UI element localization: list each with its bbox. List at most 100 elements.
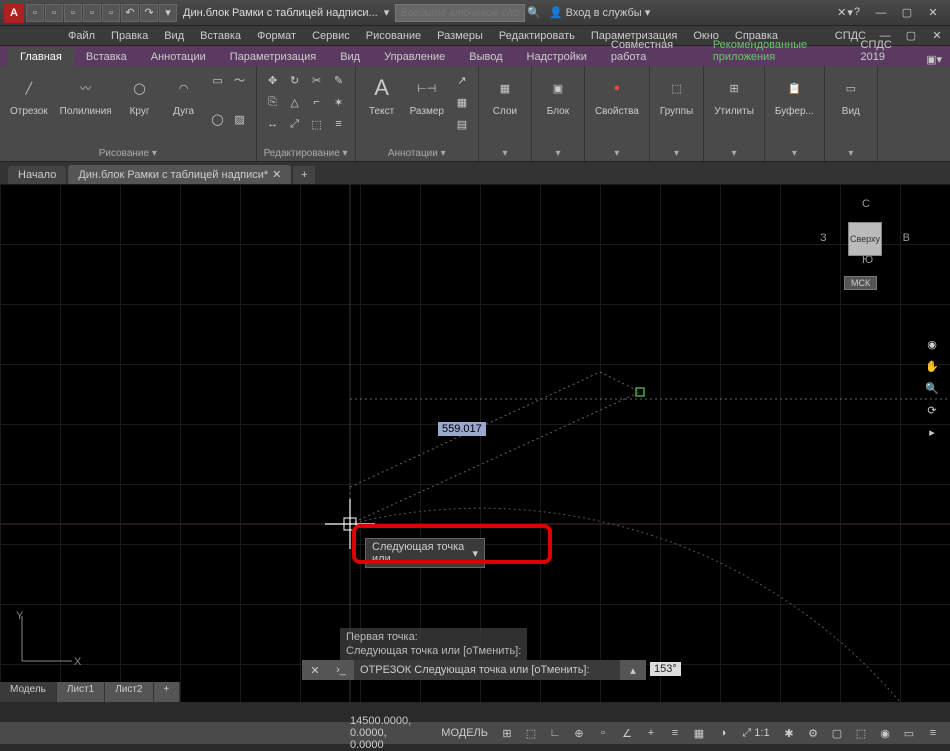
tool-spline-icon[interactable]: 〜 bbox=[230, 70, 250, 90]
cmdline-expand-icon[interactable]: ▴ bbox=[620, 660, 646, 680]
command-input[interactable] bbox=[354, 660, 620, 680]
ribbon-tab-addins[interactable]: Надстройки bbox=[515, 48, 599, 66]
tool-explode-icon[interactable]: ✶ bbox=[329, 92, 349, 112]
tool-leader-icon[interactable]: ↗ bbox=[452, 70, 472, 90]
status-customize-icon[interactable]: ≡ bbox=[922, 724, 944, 742]
menu-view[interactable]: Вид bbox=[156, 28, 192, 44]
tool-ellipse-icon[interactable]: ◯ bbox=[208, 109, 228, 129]
tool-rotate-icon[interactable]: ↻ bbox=[285, 70, 305, 90]
panel-draw-title[interactable]: Рисование ▾ bbox=[6, 146, 250, 161]
dropdown-icon[interactable]: ▾ bbox=[472, 547, 478, 560]
drawing-viewport[interactable]: 559.017 Следующая точка или ▾ Первая точ… bbox=[0, 184, 950, 702]
ribbon-collapse-button[interactable]: ▣▾ bbox=[918, 53, 950, 66]
nav-orbit-icon[interactable]: ⟳ bbox=[922, 400, 942, 420]
tool-copy-icon[interactable]: ⎘ bbox=[263, 92, 283, 112]
qat-saveas-icon[interactable]: ▫ bbox=[83, 4, 101, 22]
menu-tools[interactable]: Сервис bbox=[304, 28, 358, 44]
nav-pan-icon[interactable]: ✋ bbox=[922, 356, 942, 376]
layout-tab-sheet1[interactable]: Лист1 bbox=[57, 682, 105, 702]
tool-mirror-icon[interactable]: △ bbox=[285, 92, 305, 112]
menu-insert[interactable]: Вставка bbox=[192, 28, 249, 44]
tool-dimension[interactable]: ⊢⊣Размер bbox=[406, 70, 448, 146]
doc-tab-file[interactable]: Дин.блок Рамки с таблицей надписи*✕ bbox=[68, 165, 291, 184]
signin-button[interactable]: 👤 Вход в службы ▾ bbox=[549, 6, 650, 19]
qat-undo-icon[interactable]: ↶ bbox=[121, 4, 139, 22]
tool-view[interactable]: ▭Вид bbox=[831, 70, 871, 146]
tool-offset-icon[interactable]: ≡ bbox=[329, 114, 349, 134]
tool-move-icon[interactable]: ✥ bbox=[263, 70, 283, 90]
status-ortho-icon[interactable]: ∟ bbox=[544, 724, 566, 742]
ribbon-tab-insert[interactable]: Вставка bbox=[74, 48, 139, 66]
dynamic-length-input[interactable]: 559.017 bbox=[438, 422, 486, 436]
stayconnected-icon[interactable]: ▾ bbox=[847, 6, 853, 19]
status-annoscale-icon[interactable]: ⤢ 1:1 bbox=[736, 724, 776, 742]
help-icon[interactable]: ? bbox=[854, 6, 860, 19]
status-dyn-icon[interactable]: + bbox=[640, 724, 662, 742]
tool-layers[interactable]: ▦Слои bbox=[485, 70, 525, 146]
tool-circle[interactable]: ◯Круг bbox=[120, 70, 160, 146]
qat-new-icon[interactable]: ▫ bbox=[26, 4, 44, 22]
tool-array-icon[interactable]: ⬚ bbox=[307, 114, 327, 134]
title-dropdown-icon[interactable]: ▾ bbox=[384, 6, 390, 19]
menu-draw[interactable]: Рисование bbox=[358, 28, 429, 44]
dynamic-prompt-tooltip[interactable]: Следующая точка или ▾ bbox=[365, 538, 485, 568]
status-transparency-icon[interactable]: ▦ bbox=[688, 724, 710, 742]
menu-file[interactable]: Файл bbox=[60, 28, 103, 44]
add-tab-button[interactable]: + bbox=[293, 166, 315, 184]
close-tab-icon[interactable]: ✕ bbox=[272, 168, 281, 181]
status-isolate-icon[interactable]: ◉ bbox=[874, 724, 896, 742]
tool-util[interactable]: ⊞Утилиты bbox=[710, 70, 758, 146]
qat-redo-icon[interactable]: ↷ bbox=[140, 4, 158, 22]
nav-zoom-icon[interactable]: 🔍 bbox=[922, 378, 942, 398]
viewcube-west[interactable]: З bbox=[820, 232, 827, 244]
viewcube-north[interactable]: С bbox=[862, 198, 870, 210]
tool-block[interactable]: ▣Блок bbox=[538, 70, 578, 146]
ribbon-tab-featured[interactable]: Рекомендованные приложения bbox=[701, 36, 849, 66]
qat-plot-icon[interactable]: ▫ bbox=[102, 4, 120, 22]
menu-modify[interactable]: Редактировать bbox=[491, 28, 583, 44]
tool-fillet-icon[interactable]: ⌐ bbox=[307, 92, 327, 112]
panel-view-expand[interactable]: ▾ bbox=[831, 146, 871, 161]
tool-erase-icon[interactable]: ✎ bbox=[329, 70, 349, 90]
exchange-icon[interactable]: ✕ bbox=[837, 6, 846, 19]
panel-block-expand[interactable]: ▾ bbox=[538, 146, 578, 161]
viewcube-top-face[interactable]: Сверху bbox=[848, 222, 882, 256]
cmdline-handle-icon[interactable]: ✕ bbox=[302, 660, 328, 680]
tool-line[interactable]: ╱Отрезок bbox=[6, 70, 52, 146]
status-lwt-icon[interactable]: ≡ bbox=[664, 724, 686, 742]
tool-trim-icon[interactable]: ✂ bbox=[307, 70, 327, 90]
nav-wheel-icon[interactable]: ◉ bbox=[922, 334, 942, 354]
minimize-button[interactable]: — bbox=[868, 4, 894, 22]
doc-tab-start[interactable]: Начало bbox=[8, 166, 66, 184]
panel-annot-title[interactable]: Аннотации ▾ bbox=[362, 146, 472, 161]
ribbon-tab-parametric[interactable]: Параметризация bbox=[218, 48, 328, 66]
layout-tab-sheet2[interactable]: Лист2 bbox=[105, 682, 153, 702]
tool-rect-icon[interactable]: ▭ bbox=[208, 70, 228, 90]
panel-props-expand[interactable]: ▾ bbox=[591, 146, 643, 161]
panel-layers-expand[interactable]: ▾ bbox=[485, 146, 525, 161]
nav-showmotion-icon[interactable]: ▸ bbox=[922, 422, 942, 442]
status-polar-icon[interactable]: ⊕ bbox=[568, 724, 590, 742]
status-monitor-icon[interactable]: ▢ bbox=[826, 724, 848, 742]
status-coords[interactable]: 14500.0000, 0.0000, 0.0000 bbox=[340, 715, 433, 751]
status-model-button[interactable]: МОДЕЛЬ bbox=[433, 727, 496, 739]
menu-format[interactable]: Формат bbox=[249, 28, 304, 44]
panel-groups-expand[interactable]: ▾ bbox=[656, 146, 697, 161]
status-annovisibility-icon[interactable]: ✱ bbox=[778, 724, 800, 742]
ribbon-tab-home[interactable]: Главная bbox=[8, 48, 74, 66]
ribbon-tab-output[interactable]: Вывод bbox=[457, 48, 514, 66]
tool-scale-icon[interactable]: ⤢ bbox=[285, 114, 305, 134]
layout-tab-add[interactable]: + bbox=[154, 682, 181, 702]
status-cycle-icon[interactable]: ◑ bbox=[712, 724, 734, 742]
tool-clip[interactable]: 📋Буфер... bbox=[771, 70, 818, 146]
tool-polyline[interactable]: 〰Полилиния bbox=[56, 70, 116, 146]
tool-groups[interactable]: ⬚Группы bbox=[656, 70, 697, 146]
tool-hatch-icon[interactable]: ▨ bbox=[230, 109, 250, 129]
status-hardware-icon[interactable]: ⬚ bbox=[850, 724, 872, 742]
panel-edit-title[interactable]: Редактирование ▾ bbox=[263, 146, 349, 161]
qat-open-icon[interactable]: ▫ bbox=[45, 4, 63, 22]
tool-mtext-icon[interactable]: ▤ bbox=[452, 114, 472, 134]
ribbon-tab-annotate[interactable]: Аннотации bbox=[139, 48, 218, 66]
ribbon-tab-view[interactable]: Вид bbox=[328, 48, 372, 66]
cmdline-prompt-icon[interactable]: ›_ bbox=[328, 660, 354, 680]
